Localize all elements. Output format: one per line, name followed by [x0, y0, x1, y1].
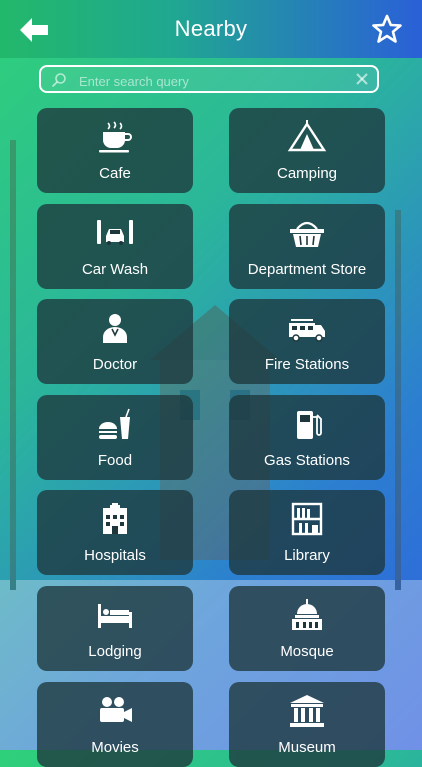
category-label: Doctor [92, 356, 138, 373]
category-tile-doctor[interactable]: Doctor [37, 299, 193, 384]
coffee-cup-icon [99, 121, 132, 153]
category-label: Library [284, 547, 330, 564]
category-tile-movies[interactable]: Movies [37, 682, 193, 767]
category-label: Food [97, 452, 133, 469]
category-label: Cafe [99, 165, 131, 182]
top-bar: Nearby [0, 0, 422, 58]
doctor-icon [103, 314, 127, 343]
arrow-left-icon[interactable] [18, 16, 50, 44]
page-title: Nearby [174, 16, 248, 41]
category-label: Gas Stations [264, 452, 350, 469]
category-label: Hospitals [84, 547, 146, 564]
dome-building-icon [292, 599, 322, 630]
category-tile-library[interactable]: Library [229, 490, 385, 575]
category-tile-car-wash[interactable]: Car Wash [37, 204, 193, 289]
movie-camera-icon [100, 697, 132, 722]
magnifier-icon [51, 73, 66, 88]
category-tile-cafe[interactable]: Cafe [37, 108, 193, 193]
category-label: Museum [278, 739, 336, 756]
category-tile-gas-stations[interactable]: Gas Stations [229, 395, 385, 480]
fire-truck-icon [289, 319, 325, 342]
category-tile-mosque[interactable]: Mosque [229, 586, 385, 671]
museum-icon [290, 695, 324, 727]
bed-icon [98, 604, 132, 628]
category-label: Camping [276, 165, 338, 182]
category-label: Department Store [247, 261, 367, 278]
category-tile-department-store[interactable]: Department Store [229, 204, 385, 289]
hospital-building-icon [103, 503, 127, 534]
burger-drink-icon [99, 408, 130, 439]
search-bar [39, 65, 379, 93]
category-label: Lodging [88, 643, 142, 660]
category-label: Movies [91, 739, 139, 756]
car-wash-icon [97, 220, 133, 245]
category-tile-camping[interactable]: Camping [229, 108, 385, 193]
category-tile-food[interactable]: Food [37, 395, 193, 480]
category-tile-museum[interactable]: Museum [229, 682, 385, 767]
category-tile-lodging[interactable]: Lodging [37, 586, 193, 671]
search-input[interactable] [77, 69, 351, 93]
bookshelf-icon [291, 502, 323, 536]
category-label: Car Wash [81, 261, 149, 278]
category-label: Fire Stations [264, 356, 350, 373]
category-label: Mosque [280, 643, 334, 660]
category-tile-fire-stations[interactable]: Fire Stations [229, 299, 385, 384]
star-icon[interactable] [372, 14, 402, 44]
tent-icon [287, 120, 327, 152]
gas-pump-icon [297, 411, 322, 439]
category-tile-hospitals[interactable]: Hospitals [37, 490, 193, 575]
close-icon[interactable] [355, 72, 369, 86]
shopping-basket-icon [290, 221, 324, 247]
